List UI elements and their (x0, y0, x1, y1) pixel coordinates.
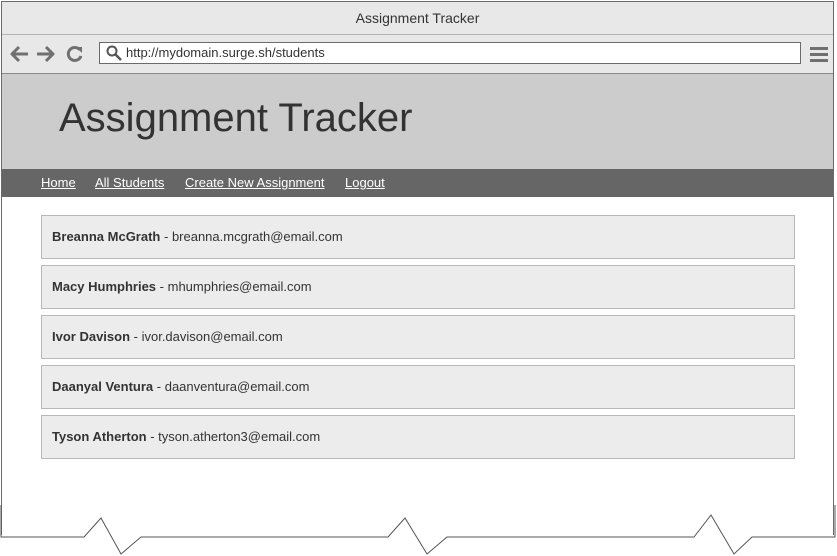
student-list-item[interactable]: Ivor Davison - ivor.davison@email.com (41, 315, 795, 359)
torn-page-edge (0, 505, 836, 556)
nav-create-assignment-link[interactable]: Create New Assignment (185, 175, 324, 190)
forward-arrow-icon[interactable] (35, 44, 55, 64)
student-email: tyson.atherton3@email.com (158, 429, 321, 444)
student-list: Breanna McGrath - breanna.mcgrath@email.… (41, 215, 795, 465)
back-arrow-icon[interactable] (10, 44, 30, 64)
student-email: daanventura@email.com (164, 379, 310, 394)
student-separator: - (153, 379, 165, 394)
student-list-item[interactable]: Macy Humphries - mhumphries@email.com (41, 265, 795, 309)
student-email: breanna.mcgrath@email.com (171, 229, 343, 244)
address-bar[interactable] (99, 42, 801, 64)
student-list-item[interactable]: Breanna McGrath - breanna.mcgrath@email.… (41, 215, 795, 259)
student-email: ivor.davison@email.com (141, 329, 283, 344)
page-header: Assignment Tracker (2, 74, 833, 169)
window-titlebar: Assignment Tracker (2, 2, 833, 35)
nav-all-students-link[interactable]: All Students (95, 175, 164, 190)
url-input[interactable] (126, 43, 786, 63)
browser-toolbar (2, 35, 833, 74)
nav-home-link[interactable]: Home (41, 175, 76, 190)
student-name: Daanyal Ventura (52, 379, 154, 394)
student-name: Breanna McGrath (52, 229, 161, 244)
student-name: Macy Humphries (52, 279, 157, 294)
page-title: Assignment Tracker (59, 96, 413, 140)
search-icon (106, 45, 122, 66)
student-separator: - (146, 429, 159, 444)
student-list-item[interactable]: Daanyal Ventura - daanventura@email.com (41, 365, 795, 409)
hamburger-menu-icon[interactable] (809, 44, 829, 64)
student-separator: - (130, 329, 142, 344)
student-separator: - (156, 279, 168, 294)
window-title: Assignment Tracker (355, 10, 480, 26)
student-name: Ivor Davison (52, 329, 131, 344)
student-name: Tyson Atherton (52, 429, 147, 444)
student-email: mhumphries@email.com (167, 279, 312, 294)
student-list-item[interactable]: Tyson Atherton - tyson.atherton3@email.c… (41, 415, 795, 459)
main-nav: Home All Students Create New Assignment … (2, 169, 833, 197)
student-separator: - (160, 229, 172, 244)
reload-icon[interactable] (65, 44, 85, 64)
browser-window: Assignment Tracker http://mydomain.surge… (1, 1, 834, 535)
nav-logout-link[interactable]: Logout (345, 175, 385, 190)
